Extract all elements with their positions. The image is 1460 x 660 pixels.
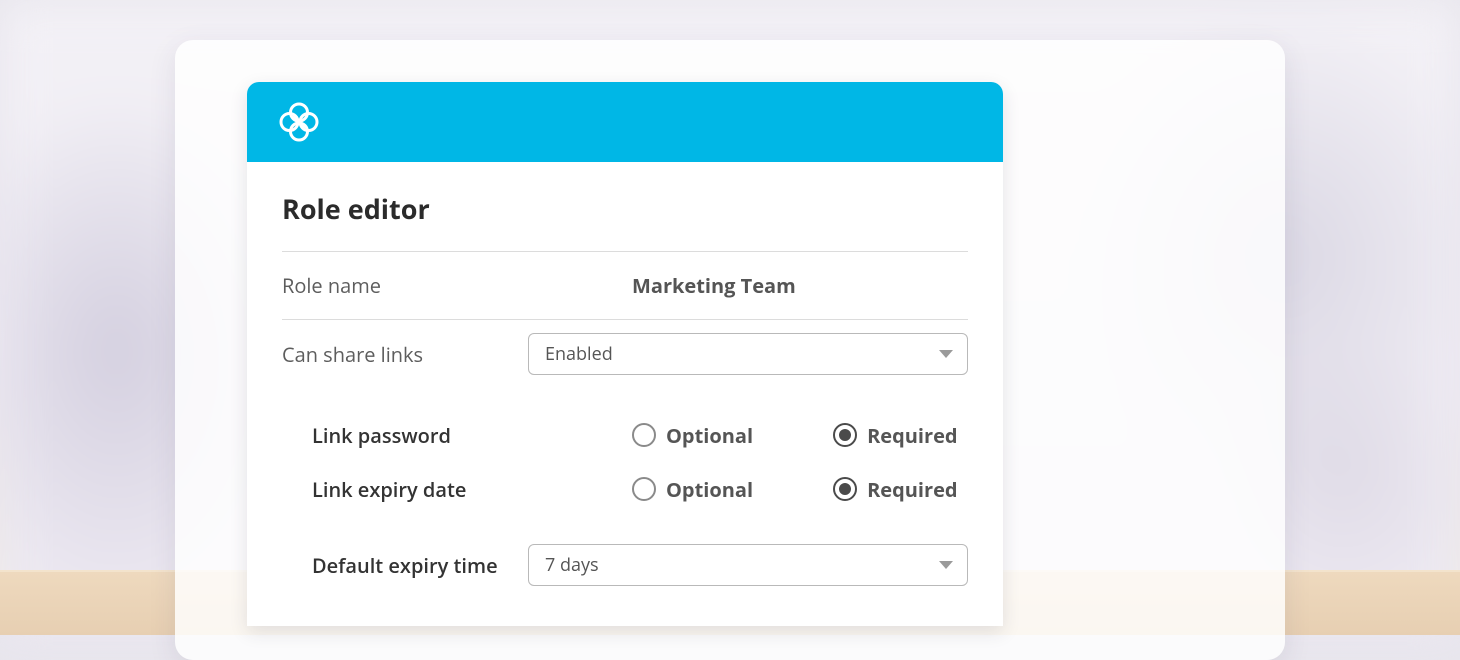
role-name-row: Role name Marketing Team bbox=[282, 252, 968, 320]
link-expiry-row: Link expiry date Optional Required bbox=[282, 462, 968, 516]
radio-label: Required bbox=[867, 422, 957, 449]
card-header bbox=[247, 82, 1003, 162]
link-password-optional-radio[interactable]: Optional bbox=[632, 422, 753, 449]
radio-label: Optional bbox=[666, 476, 753, 503]
link-expiry-label: Link expiry date bbox=[282, 476, 632, 503]
chevron-down-icon bbox=[939, 350, 953, 358]
radio-icon bbox=[833, 477, 857, 501]
link-password-label: Link password bbox=[282, 422, 632, 449]
brand-logo-icon bbox=[277, 100, 321, 144]
card-body: Role editor Role name Marketing Team Can… bbox=[247, 162, 1003, 626]
role-name-label: Role name bbox=[282, 272, 632, 299]
radio-icon bbox=[632, 477, 656, 501]
can-share-row: Can share links Enabled bbox=[282, 320, 968, 388]
link-password-radio-group: Optional Required bbox=[632, 422, 968, 449]
sub-settings: Link password Optional Required bbox=[282, 388, 968, 586]
link-password-required-radio[interactable]: Required bbox=[833, 422, 957, 449]
role-name-value: Marketing Team bbox=[632, 272, 796, 299]
panel-title: Role editor bbox=[282, 190, 968, 251]
link-expiry-optional-radio[interactable]: Optional bbox=[632, 476, 753, 503]
link-password-row: Link password Optional Required bbox=[282, 408, 968, 462]
default-expiry-row: Default expiry time 7 days bbox=[282, 544, 968, 586]
default-expiry-selected: 7 days bbox=[545, 553, 599, 577]
radio-label: Required bbox=[867, 476, 957, 503]
link-expiry-required-radio[interactable]: Required bbox=[833, 476, 957, 503]
link-expiry-radio-group: Optional Required bbox=[632, 476, 968, 503]
default-expiry-label: Default expiry time bbox=[282, 552, 528, 579]
can-share-label: Can share links bbox=[282, 341, 528, 368]
role-editor-card: Role editor Role name Marketing Team Can… bbox=[247, 82, 1003, 626]
radio-icon bbox=[833, 423, 857, 447]
radio-label: Optional bbox=[666, 422, 753, 449]
can-share-selected: Enabled bbox=[545, 342, 613, 366]
can-share-select[interactable]: Enabled bbox=[528, 333, 968, 375]
default-expiry-select[interactable]: 7 days bbox=[528, 544, 968, 586]
radio-icon bbox=[632, 423, 656, 447]
chevron-down-icon bbox=[939, 561, 953, 569]
